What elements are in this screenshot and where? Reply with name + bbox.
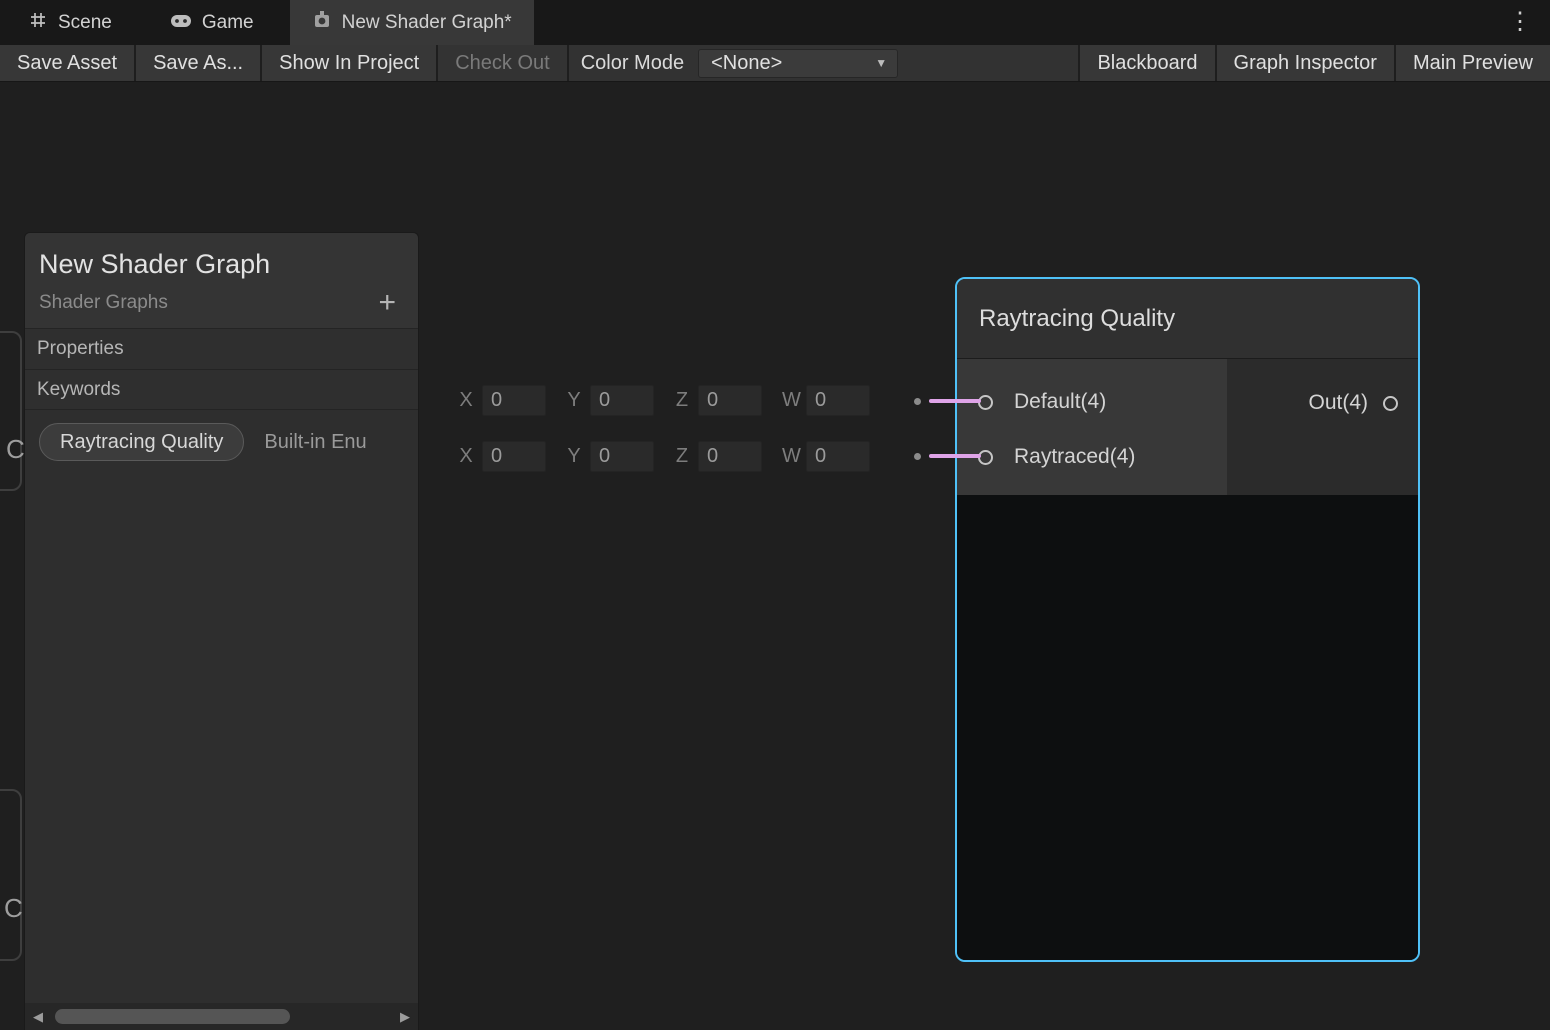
node-preview — [957, 495, 1418, 960]
vector-y-label: Y — [566, 445, 582, 468]
edge-wire-default[interactable] — [929, 399, 981, 403]
clipped-node[interactable] — [0, 789, 22, 961]
show-in-project-button[interactable]: Show In Project — [262, 45, 436, 81]
color-mode-label: Color Mode — [581, 52, 684, 75]
vector-w-label: W — [782, 445, 798, 468]
vector-field-z: Z 0 — [674, 441, 762, 472]
vector-x-input[interactable]: 0 — [482, 385, 546, 416]
vector-field-w: W 0 — [782, 385, 870, 416]
color-mode-dropdown[interactable]: <None> ▼ — [698, 49, 898, 78]
blackboard-header: New Shader Graph Shader Graphs + — [25, 233, 418, 328]
collapsed-output-port-dot — [914, 453, 921, 460]
save-as-button[interactable]: Save As... — [136, 45, 260, 81]
edge-wire-raytraced[interactable] — [929, 454, 981, 458]
shader-graph-editor-window: Scene Game New Shader Graph* ⋮ Save Asse… — [0, 0, 1550, 1030]
clipped-node-label: C — [4, 893, 23, 924]
scene-grid-icon — [28, 10, 48, 36]
tab-bar: Scene Game New Shader Graph* ⋮ — [0, 0, 1550, 45]
blackboard-panel: New Shader Graph Shader Graphs + Propert… — [24, 232, 419, 1030]
shader-graph-toolbar: Save Asset Save As... Show In Project Ch… — [0, 45, 1550, 82]
vector-w-input[interactable]: 0 — [806, 385, 870, 416]
horizontal-scrollbar: ◀ ▶ — [25, 1003, 418, 1030]
tab-game[interactable]: Game — [148, 0, 276, 45]
color-mode-group: Color Mode <None> ▼ — [569, 45, 1079, 81]
blackboard-section-keywords[interactable]: Keywords — [25, 369, 418, 410]
tab-label: Game — [202, 12, 254, 34]
scrollbar-thumb[interactable] — [55, 1009, 290, 1024]
vector-w-label: W — [782, 389, 798, 412]
vector-field-x: X 0 — [458, 385, 546, 416]
vector-z-input[interactable]: 0 — [698, 441, 762, 472]
output-port-label: Out(4) — [1308, 390, 1368, 416]
tab-label: Scene — [58, 12, 112, 34]
blackboard-title: New Shader Graph — [39, 249, 404, 280]
blackboard-toggle-button[interactable]: Blackboard — [1080, 45, 1214, 81]
vector-x-label: X — [458, 445, 474, 468]
vector-y-label: Y — [566, 389, 582, 412]
vector-z-label: Z — [674, 445, 690, 468]
node-title: Raytracing Quality — [957, 279, 1418, 359]
vector-y-input[interactable]: 0 — [590, 441, 654, 472]
vector4-field-row: X 0 Y 0 Z 0 W 0 — [458, 440, 890, 472]
color-mode-value: <None> — [711, 52, 782, 75]
blackboard-subtitle: Shader Graphs — [39, 292, 168, 314]
clipped-node[interactable] — [0, 331, 22, 491]
raytracing-quality-node[interactable]: Raytracing Quality Default(4) Raytraced(… — [955, 277, 1420, 962]
vector-x-input[interactable]: 0 — [482, 441, 546, 472]
save-asset-button[interactable]: Save Asset — [0, 45, 134, 81]
tab-label: New Shader Graph* — [342, 12, 512, 34]
input-port-label: Default(4) — [1014, 389, 1106, 415]
collapsed-output-port-dot — [914, 398, 921, 405]
scroll-left-icon[interactable]: ◀ — [25, 1009, 51, 1025]
tab-new-shader-graph[interactable]: New Shader Graph* — [290, 0, 534, 45]
vector-field-y: Y 0 — [566, 385, 654, 416]
main-preview-toggle-button[interactable]: Main Preview — [1396, 45, 1550, 81]
clipped-node-label: C — [6, 434, 25, 465]
chevron-down-icon: ▼ — [875, 56, 887, 70]
scrollbar-track[interactable] — [51, 1003, 392, 1030]
vector-w-input[interactable]: 0 — [806, 441, 870, 472]
overflow-menu-icon[interactable]: ⋮ — [1502, 8, 1538, 36]
tab-scene[interactable]: Scene — [6, 0, 134, 45]
gamepad-icon — [170, 12, 192, 34]
blackboard-subtitle-row: Shader Graphs + — [39, 280, 404, 328]
vector4-field-row: X 0 Y 0 Z 0 W 0 — [458, 384, 890, 416]
shader-graph-icon — [312, 10, 332, 36]
vector-x-label: X — [458, 389, 474, 412]
blackboard-section-properties[interactable]: Properties — [25, 328, 418, 369]
vector-field-w: W 0 — [782, 441, 870, 472]
keyword-pill[interactable]: Raytracing Quality — [39, 423, 244, 461]
vector-y-input[interactable]: 0 — [590, 385, 654, 416]
vector-field-x: X 0 — [458, 441, 546, 472]
add-property-button[interactable]: + — [372, 288, 402, 318]
vector-field-z: Z 0 — [674, 385, 762, 416]
keyword-type-label: Built-in Enu — [264, 431, 366, 454]
input-port-label: Raytraced(4) — [1014, 444, 1135, 470]
node-port-area: Default(4) Raytraced(4) Out(4) — [957, 359, 1418, 495]
node-input-panel — [957, 359, 1227, 495]
vector-z-input[interactable]: 0 — [698, 385, 762, 416]
output-port-out[interactable] — [1383, 396, 1398, 411]
vector-z-label: Z — [674, 389, 690, 412]
check-out-button: Check Out — [438, 45, 566, 81]
scroll-right-icon[interactable]: ▶ — [392, 1009, 418, 1025]
vector-field-y: Y 0 — [566, 441, 654, 472]
graph-inspector-toggle-button[interactable]: Graph Inspector — [1217, 45, 1394, 81]
keyword-entry-row: Raytracing Quality Built-in Enu — [25, 423, 418, 461]
